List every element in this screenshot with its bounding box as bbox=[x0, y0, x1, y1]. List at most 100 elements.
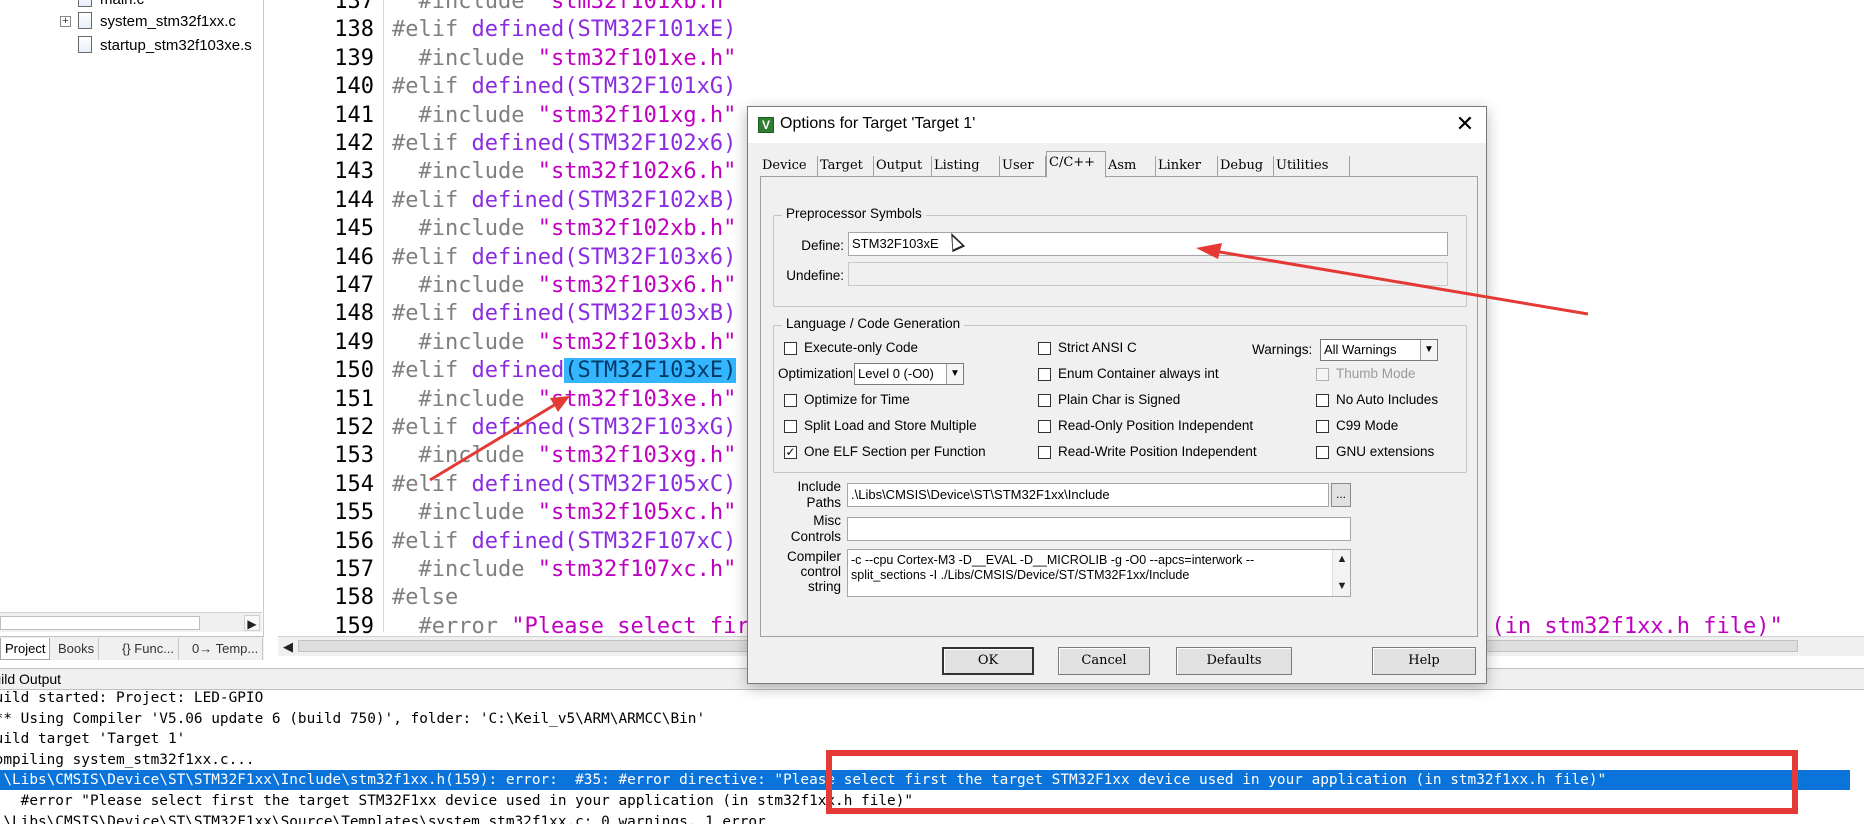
tab-listing[interactable]: Listing bbox=[932, 156, 1000, 177]
line-number: 157 bbox=[334, 557, 374, 582]
undefine-label: Undefine: bbox=[786, 268, 844, 283]
directive-argument: "stm32f102xb.h" bbox=[537, 216, 737, 242]
code-text: #elif defined(STM32F107xC) bbox=[392, 528, 736, 556]
directive-argument: defined(STM32F107xC) bbox=[471, 528, 737, 554]
warnings-select[interactable]: All Warnings ▼ bbox=[1320, 339, 1438, 361]
preprocessor-directive: #include bbox=[418, 443, 525, 469]
directive-argument: "stm32f101xb.h" bbox=[537, 0, 737, 14]
code-text: #elif defined(STM32F103xG) bbox=[392, 414, 736, 442]
tab-output[interactable]: Output bbox=[874, 156, 932, 177]
enum-container-checkbox[interactable] bbox=[1038, 368, 1051, 381]
code-text: #elif defined(STM32F103x6) bbox=[392, 244, 736, 272]
tab-device[interactable]: Device bbox=[760, 156, 818, 177]
preprocessor-directive: #else bbox=[392, 585, 459, 611]
line-number: 149 bbox=[334, 329, 374, 355]
directive-argument: defined(STM32F101xE) bbox=[471, 17, 737, 43]
no-auto-includes-label: No Auto Includes bbox=[1336, 392, 1439, 407]
no-auto-includes-checkbox[interactable] bbox=[1316, 394, 1329, 407]
output-line[interactable]: *** Using Compiler 'V5.06 update 6 (buil… bbox=[0, 709, 1850, 729]
scroll-right-icon[interactable]: ▶ bbox=[244, 615, 260, 631]
optimization-select[interactable]: Level 0 (-O0) ▼ bbox=[854, 363, 964, 385]
expand-toggle-icon[interactable]: + bbox=[60, 16, 71, 27]
scroll-left-icon[interactable]: ◀ bbox=[280, 638, 296, 655]
include-paths-input[interactable]: .\Libs\CMSIS\Device\ST\STM32F1xx\Include bbox=[847, 483, 1329, 507]
ro-position-independent-checkbox[interactable] bbox=[1038, 420, 1051, 433]
tab-templates[interactable]: 0→ Temp... bbox=[188, 638, 264, 660]
misc-controls-input[interactable] bbox=[847, 517, 1351, 541]
error-highlight-box bbox=[826, 750, 1798, 814]
ok-button[interactable]: OK bbox=[942, 647, 1034, 675]
line-number: 148 bbox=[334, 301, 374, 327]
directive-argument: defined(STM32F103xG) bbox=[471, 415, 737, 440]
tab-linker[interactable]: Linker bbox=[1156, 156, 1218, 177]
options-tab-strip: Device Target Output Listing User C/C++ … bbox=[760, 151, 1478, 178]
ro-position-independent-label: Read-Only Position Independent bbox=[1058, 418, 1254, 433]
line-number: 151 bbox=[334, 386, 374, 412]
tree-item-system-stm32f1xx[interactable]: system_stm32f1xx.c bbox=[78, 10, 236, 34]
output-line[interactable]: Build started: Project: LED-GPIO bbox=[0, 688, 1850, 708]
strict-ansi-label: Strict ANSI C bbox=[1058, 340, 1137, 355]
tab-target[interactable]: Target bbox=[818, 156, 874, 177]
thumb-mode-label: Thumb Mode bbox=[1336, 366, 1416, 381]
project-panel-tabs: Project Books {} Func... 0→ Temp... bbox=[0, 636, 264, 660]
scrollbar-thumb[interactable] bbox=[0, 616, 200, 630]
split-load-store-checkbox[interactable] bbox=[784, 420, 797, 433]
preprocessor-directive: #include bbox=[418, 159, 525, 185]
browse-include-paths-button[interactable]: ... bbox=[1331, 483, 1351, 507]
preprocessor-directive: #include bbox=[418, 102, 525, 128]
scroll-up-icon[interactable]: ▲ bbox=[1333, 552, 1350, 567]
tab-functions[interactable]: {} Func... bbox=[118, 638, 180, 660]
preprocessor-directive: #elif bbox=[392, 74, 459, 100]
strict-ansi-checkbox[interactable] bbox=[1038, 342, 1051, 355]
rw-position-independent-checkbox[interactable] bbox=[1038, 446, 1051, 459]
tab-asm[interactable]: Asm bbox=[1106, 156, 1156, 177]
optimize-for-time-checkbox[interactable] bbox=[784, 394, 797, 407]
tab-utilities[interactable]: Utilities bbox=[1274, 156, 1350, 177]
gnu-extensions-checkbox[interactable] bbox=[1316, 446, 1329, 459]
tab-books[interactable]: Books bbox=[54, 638, 100, 660]
code-text: #include "stm32f101xb.h" bbox=[392, 0, 737, 16]
file-icon bbox=[78, 35, 92, 53]
code-line[interactable]: 139 #include "stm32f101xe.h" bbox=[266, 45, 1864, 73]
tab-project[interactable]: Project bbox=[0, 638, 51, 660]
close-icon[interactable]: ✕ bbox=[1452, 111, 1478, 137]
one-elf-section-checkbox[interactable]: ✓ bbox=[784, 446, 797, 459]
memo-scrollbar[interactable]: ▲ ▼ bbox=[1332, 550, 1350, 596]
tree-horizontal-scrollbar[interactable]: ▶ bbox=[0, 612, 262, 632]
directive-argument: "stm32f103xb.h" bbox=[537, 329, 737, 355]
optimization-value: Level 0 (-O0) bbox=[858, 366, 934, 381]
define-input[interactable]: STM32F103xE bbox=[848, 232, 1448, 256]
preprocessor-directive: #include bbox=[418, 386, 525, 412]
code-text: #include "stm32f101xg.h" bbox=[392, 102, 737, 130]
line-number: 150 bbox=[334, 358, 374, 384]
dialog-title-bar[interactable]: V Options for Target 'Target 1' ✕ bbox=[748, 107, 1486, 143]
cancel-button[interactable]: Cancel bbox=[1058, 647, 1150, 675]
language-code-generation-group: Language / Code Generation Execute-only … bbox=[773, 316, 1467, 473]
plain-char-signed-checkbox[interactable] bbox=[1038, 394, 1051, 407]
selected-text[interactable]: (STM32F103xE) bbox=[564, 358, 737, 384]
include-paths-label: Include Paths bbox=[797, 479, 841, 510]
preprocessor-directive: #include bbox=[418, 500, 525, 526]
output-line[interactable]: Build target 'Target 1' bbox=[0, 729, 1850, 749]
tab-user[interactable]: User bbox=[1000, 156, 1046, 177]
code-line[interactable]: 138 #elif defined(STM32F101xE) bbox=[266, 16, 1864, 44]
line-number: 153 bbox=[334, 443, 374, 469]
chevron-down-icon: ▼ bbox=[1420, 340, 1437, 360]
group-label: Language / Code Generation bbox=[782, 316, 965, 331]
tab-debug[interactable]: Debug bbox=[1218, 156, 1274, 177]
execute-only-checkbox[interactable] bbox=[784, 342, 797, 355]
tree-item-startup[interactable]: startup_stm32f103xe.s bbox=[78, 34, 252, 58]
c99-mode-checkbox[interactable] bbox=[1316, 420, 1329, 433]
preprocessor-directive: #elif bbox=[392, 301, 459, 327]
code-text: #include "stm32f107xc.h" bbox=[392, 556, 737, 584]
code-text: #elif defined(STM32F103xE) bbox=[392, 357, 737, 385]
code-line[interactable]: 140 #elif defined(STM32F101xG) bbox=[266, 73, 1864, 101]
split-load-store-label: Split Load and Store Multiple bbox=[804, 418, 977, 433]
scroll-down-icon[interactable]: ▼ bbox=[1333, 579, 1350, 594]
tab-c-cpp[interactable]: C/C++ bbox=[1046, 151, 1106, 178]
code-line[interactable]: 137 #include "stm32f101xb.h" bbox=[266, 0, 1864, 16]
code-text: #include "stm32f103x6.h" bbox=[392, 272, 737, 300]
help-button[interactable]: Help bbox=[1372, 647, 1476, 675]
directive-argument: defined(STM32F101xG) bbox=[471, 74, 737, 100]
defaults-button[interactable]: Defaults bbox=[1176, 647, 1292, 675]
